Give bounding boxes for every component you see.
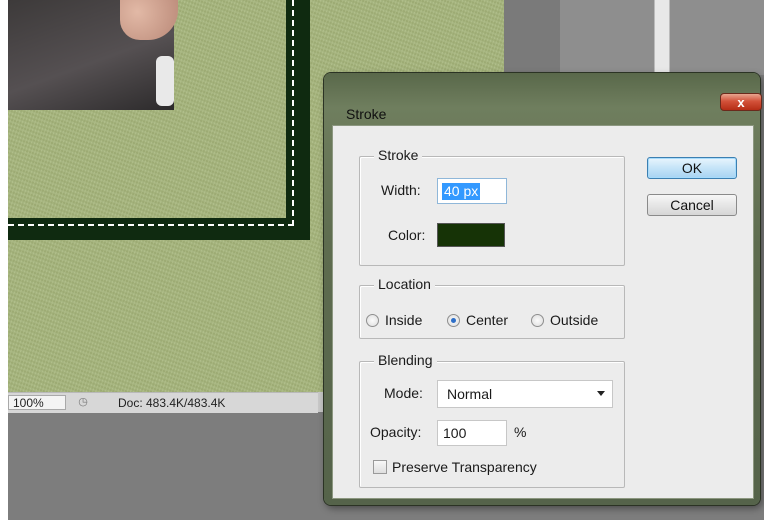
blending-group-legend: Blending — [374, 352, 437, 368]
mode-value: Normal — [447, 386, 493, 402]
selection-marquee — [8, 224, 294, 226]
mode-label: Mode: — [384, 385, 423, 401]
radio-inside-label[interactable]: Inside — [385, 312, 422, 328]
stroke-dialog: Stroke x Stroke Width: 40 px Color: Loca… — [324, 73, 762, 505]
dialog-titlebar[interactable] — [324, 73, 760, 101]
frame-border-vertical — [286, 0, 310, 240]
color-label: Color: — [388, 227, 426, 243]
workspace-background — [504, 0, 560, 75]
status-bar: 100% ◷ Doc: 483.4K/483.4K — [8, 392, 318, 413]
opacity-unit: % — [514, 424, 527, 440]
color-swatch[interactable] — [437, 223, 505, 247]
stroke-group: Stroke — [359, 147, 625, 266]
stroke-group-legend: Stroke — [374, 147, 423, 163]
opacity-value: 100 — [443, 425, 467, 441]
opacity-label: Opacity: — [370, 424, 422, 440]
photo-layer — [8, 0, 178, 110]
radio-center-label[interactable]: Center — [466, 312, 508, 328]
radio-outside[interactable] — [531, 314, 544, 327]
radio-inside[interactable] — [366, 314, 379, 327]
preserve-transparency-label[interactable]: Preserve Transparency — [392, 459, 537, 475]
width-input[interactable]: 40 px — [437, 178, 507, 204]
close-button[interactable]: x — [720, 93, 762, 111]
mode-select[interactable]: Normal — [437, 380, 613, 408]
opacity-input[interactable]: 100 — [437, 420, 507, 446]
width-label: Width: — [381, 182, 421, 198]
zoom-level-field[interactable]: 100% — [8, 395, 66, 410]
dropdown-arrow-icon — [597, 391, 605, 396]
status-info-icon[interactable]: ◷ — [76, 396, 90, 409]
location-group-legend: Location — [374, 276, 435, 292]
dialog-body: Stroke Width: 40 px Color: Location Insi… — [332, 125, 754, 499]
preserve-transparency-checkbox[interactable] — [373, 460, 387, 474]
doc-size-info[interactable]: Doc: 483.4K/483.4K — [118, 396, 225, 411]
width-value: 40 px — [442, 183, 481, 200]
frame-border-horizontal — [8, 218, 310, 240]
vertical-scrollbar[interactable] — [654, 0, 670, 75]
radio-center[interactable] — [447, 314, 460, 327]
ok-button[interactable]: OK — [647, 157, 737, 179]
dialog-title: Stroke — [346, 106, 387, 122]
cancel-button[interactable]: Cancel — [647, 194, 737, 216]
left-edge — [0, 0, 8, 520]
radio-outside-label[interactable]: Outside — [550, 312, 598, 328]
selection-marquee — [292, 0, 294, 226]
